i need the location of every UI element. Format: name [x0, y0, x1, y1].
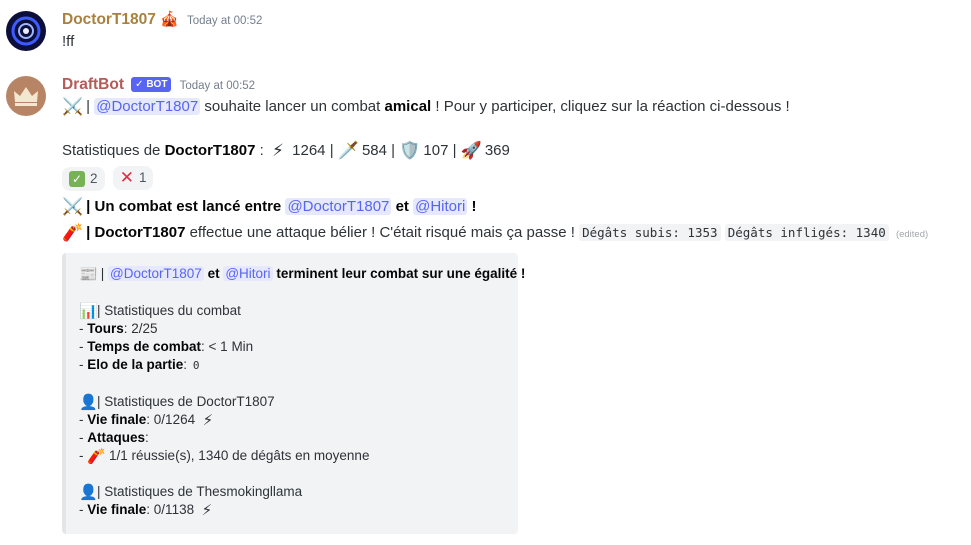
firecracker-icon: 🧨: [62, 223, 84, 242]
crossed-swords-icon: ⚔️: [62, 197, 84, 216]
crossed-swords-icon: ⚔️: [62, 97, 84, 116]
username-doctor[interactable]: DoctorT1807: [62, 11, 156, 28]
mention-doctor[interactable]: @DoctorT1807: [285, 198, 392, 215]
mention-hitori[interactable]: @Hitori: [413, 198, 468, 215]
stats-line: Statistiques de DoctorT1807 : ⚡ 1264 | 🗡…: [62, 141, 510, 160]
p1-attacks-row: - Attaques:: [79, 430, 149, 445]
temps-row: - Temps de combat: < 1 Min: [79, 339, 254, 354]
lightning-icon: ⚡: [272, 141, 284, 160]
reaction-cross[interactable]: ✕ 1: [112, 166, 154, 190]
embed-title: 📰 | @DoctorT1807 et @Hitori terminent le…: [79, 266, 526, 283]
emoji-badge-icon: 🎪: [160, 11, 179, 28]
lightning-icon: ⚡: [201, 502, 213, 519]
mention-doctor[interactable]: @DoctorT1807: [94, 98, 201, 115]
p1-stats-header: 👤| Statistiques de DoctorT1807: [79, 394, 275, 411]
user-silhouette-icon: 👤: [79, 484, 98, 501]
rocket-icon: 🚀: [460, 141, 482, 160]
lightning-icon: ⚡: [202, 412, 214, 429]
firecracker-icon: 🧨: [87, 448, 106, 465]
reactions-bar: ✓ 2 ✕ 1: [62, 166, 157, 191]
dagger-icon: 🗡️: [337, 141, 359, 160]
tours-row: - Tours: 2/25: [79, 321, 158, 336]
damage-taken-code: Dégâts subis: 1353: [579, 224, 721, 241]
p1-attack-item: - 🧨 1/1 réussie(s), 1340 de dégâts en mo…: [79, 448, 370, 465]
combat-start-line: ⚔️ | Un combat est lancé entre @DoctorT1…: [62, 197, 477, 216]
check-mark-icon: ✓: [69, 171, 85, 187]
mention-hitori[interactable]: @Hitori: [223, 266, 273, 281]
edited-label: (edited): [895, 229, 929, 240]
combat-stats-header: 📊| Statistiques du combat: [79, 303, 241, 320]
damage-dealt-code: Dégâts infligés: 1340: [724, 224, 889, 241]
attack-line: 🧨 | DoctorT1807 effectue une attaque bél…: [62, 223, 929, 242]
bar-chart-icon: 📊: [79, 303, 98, 320]
elo-row: - Elo de la partie: 0: [79, 357, 202, 372]
shield-icon: 🛡️: [399, 141, 421, 160]
result-embed: 📰 | @DoctorT1807 et @Hitori terminent le…: [62, 253, 525, 534]
timestamp: Today at 00:52: [179, 80, 256, 92]
timestamp: Today at 00:52: [186, 15, 263, 27]
message-text: !ff: [62, 33, 75, 50]
p1-vie-row: - Vie finale: 0/1264 ⚡: [79, 411, 217, 430]
p2-stats-header: 👤| Statistiques de Thesmokingllama: [79, 484, 303, 501]
reaction-check[interactable]: ✓ 2: [62, 167, 105, 191]
avatar-doctor[interactable]: [6, 11, 46, 51]
p2-vie-row: - Vie finale: 0/1138 ⚡: [79, 501, 216, 520]
mention-doctor[interactable]: @DoctorT1807: [108, 266, 204, 281]
cross-mark-icon: ✕: [119, 168, 134, 187]
challenge-line: ⚔️ | @DoctorT1807 souhaite lancer un com…: [62, 97, 790, 116]
user-silhouette-icon: 👤: [79, 394, 98, 411]
bot-tag: ✓ BOT: [131, 77, 172, 92]
newspaper-icon: 📰: [79, 266, 98, 283]
username-draftbot[interactable]: DraftBot: [62, 76, 124, 93]
avatar-draftbot[interactable]: [6, 76, 46, 116]
